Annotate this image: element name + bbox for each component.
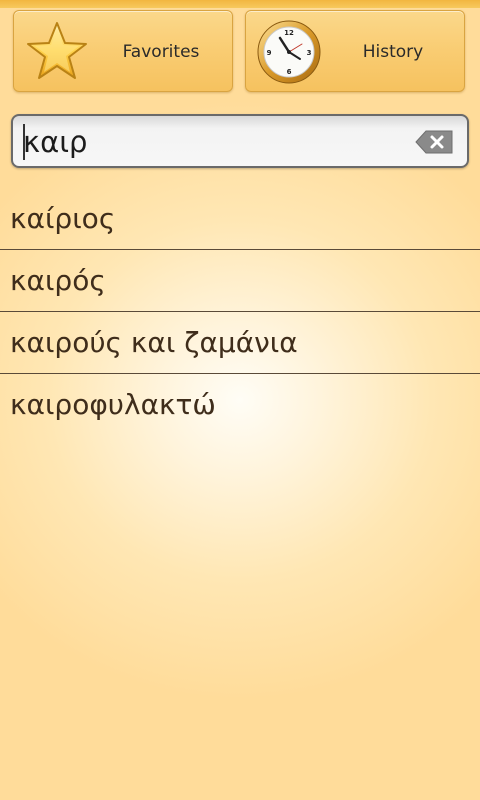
svg-text:6: 6 xyxy=(287,68,292,76)
results-list: καίριος καιρός καιρούς και ζαμάνια καιρο… xyxy=(0,188,480,435)
svg-text:3: 3 xyxy=(307,49,312,57)
svg-text:9: 9 xyxy=(267,49,272,57)
search-input[interactable] xyxy=(23,120,403,164)
favorites-button[interactable]: Favorites xyxy=(13,10,233,92)
result-item[interactable]: καίριος xyxy=(0,188,480,250)
result-item[interactable]: καιρούς και ζαμάνια xyxy=(0,312,480,374)
result-item[interactable]: καιροφυλακτώ xyxy=(0,374,480,435)
status-bar xyxy=(0,0,480,8)
text-cursor xyxy=(23,124,25,160)
result-item[interactable]: καιρός xyxy=(0,250,480,312)
svg-text:12: 12 xyxy=(284,29,294,37)
history-label: History xyxy=(362,42,424,62)
backspace-clear-icon[interactable] xyxy=(415,130,453,154)
favorites-label: Favorites xyxy=(122,42,200,62)
star-icon xyxy=(27,22,87,79)
search-box xyxy=(11,114,469,168)
history-button[interactable]: 12 3 6 9 History xyxy=(245,10,465,92)
clock-icon: 12 3 6 9 xyxy=(257,20,321,84)
